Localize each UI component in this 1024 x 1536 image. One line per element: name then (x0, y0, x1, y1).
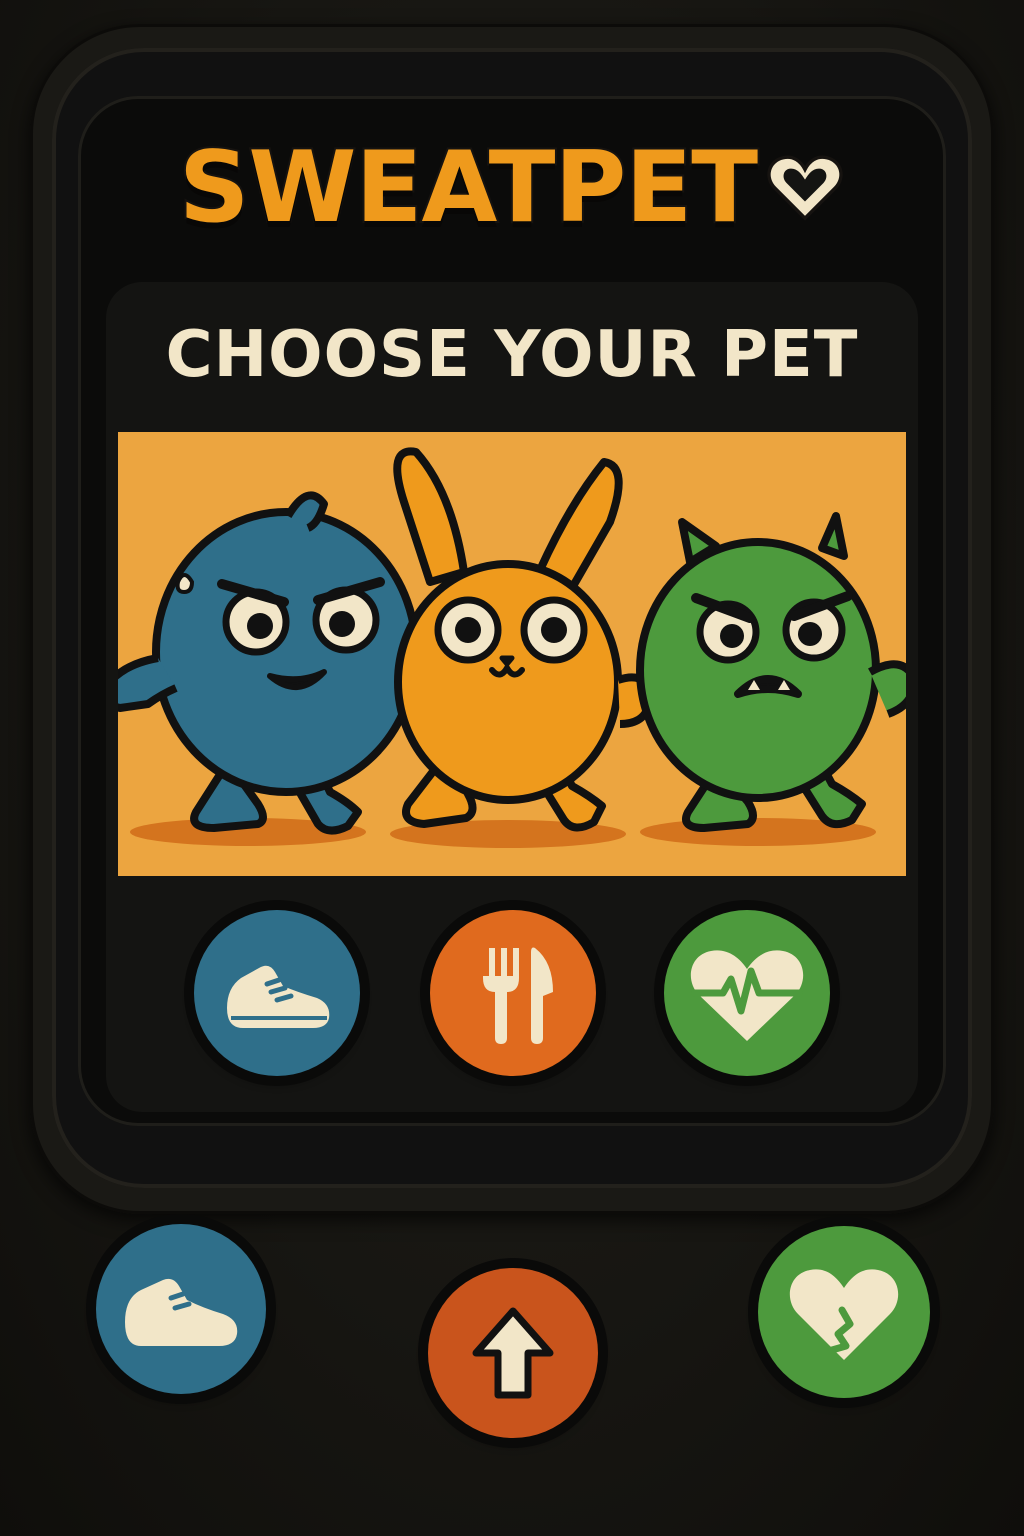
app-title-text: SWEATPET (177, 129, 760, 247)
app-title: SWEATPET (118, 118, 908, 258)
walk-action-button[interactable] (194, 910, 360, 1076)
hardware-health-button[interactable] (758, 1226, 930, 1398)
health-action-button[interactable] (664, 910, 830, 1076)
blue-blob-pet[interactable] (118, 491, 438, 835)
sneaker-icon (227, 965, 330, 1028)
green-monster-pet[interactable] (636, 512, 906, 832)
pet-selection-scene (118, 432, 906, 876)
heart-outline-icon (767, 155, 843, 221)
orange-bunny-pet[interactable] (393, 447, 654, 832)
arrow-up-icon (472, 1307, 554, 1399)
device-body: SWEATPET CHOOSE YOUR PET (0, 0, 1024, 1536)
choose-pet-heading: CHOOSE YOUR PET (165, 318, 859, 392)
feed-action-button[interactable] (430, 910, 596, 1076)
heart-crack-icon (789, 1269, 899, 1360)
hardware-up-button[interactable] (428, 1268, 598, 1438)
heart-pulse-icon (690, 950, 804, 1041)
fork-knife-icon (483, 947, 553, 1044)
sneaker-icon (125, 1278, 238, 1346)
hardware-walk-button[interactable] (96, 1224, 266, 1394)
